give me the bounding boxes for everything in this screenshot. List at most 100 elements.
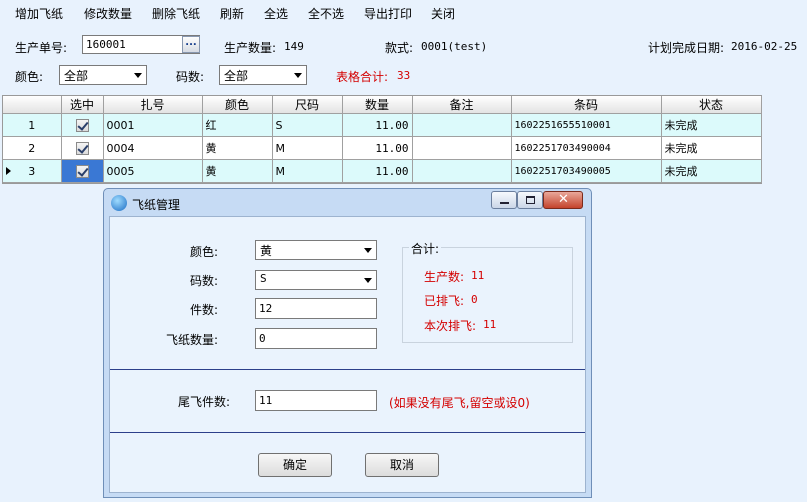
minimize-button[interactable]	[491, 191, 517, 209]
close-window-button[interactable]: ✕	[543, 191, 583, 209]
dialog-title: 飞纸管理	[132, 198, 181, 212]
select-all-button[interactable]: 全选	[264, 5, 288, 22]
row-index: 3	[28, 164, 36, 178]
col-color[interactable]: 颜色	[202, 96, 273, 114]
qty-cell[interactable]: 11.00	[342, 159, 413, 183]
tail-label: 尾飞件数:	[178, 395, 231, 409]
color-cell[interactable]: 红	[202, 113, 273, 137]
order-label: 生产单号:	[15, 41, 68, 55]
this-batch-value: 11	[483, 318, 497, 331]
col-selected[interactable]: 选中	[61, 96, 104, 114]
chevron-down-icon	[294, 73, 302, 78]
qty-value: 149	[284, 40, 304, 53]
row-checkbox-cell[interactable]	[61, 113, 104, 137]
col-size[interactable]: 尺码	[272, 96, 343, 114]
current-row-arrow-icon	[6, 167, 11, 175]
style-value: 0001(test)	[421, 40, 488, 53]
qty-label: 生产数量:	[224, 41, 277, 55]
tickets-label: 飞纸数量:	[166, 333, 219, 347]
barcode-cell[interactable]: 1602251655510001	[511, 113, 662, 137]
table-row[interactable]: 2 0004 黄 M 11.00 1602251703490004 未完成	[3, 136, 762, 160]
col-barcode[interactable]: 条码	[511, 96, 662, 114]
color-cell[interactable]: 黄	[202, 136, 273, 160]
ticket-grid: 选中 扎号 颜色 尺码 数量 备注 条码 状态 1 0001 红 S 11.00…	[2, 95, 762, 184]
row-checkbox-cell[interactable]	[61, 159, 104, 183]
refresh-button[interactable]: 刷新	[220, 5, 244, 22]
dlg-size-value: S	[260, 272, 267, 285]
close-icon: ✕	[558, 192, 569, 207]
checkbox[interactable]	[75, 164, 89, 178]
size-cell[interactable]: S	[272, 113, 343, 137]
table-row[interactable]: 1 0001 红 S 11.00 1602251655510001 未完成	[3, 113, 762, 137]
ticket-dialog: 飞纸管理 ✕ 颜色: 黄 码数: S 件数: 飞纸数量:	[103, 188, 592, 498]
color-cell[interactable]: 黄	[202, 159, 273, 183]
barcode-cell[interactable]: 1602251703490004	[511, 136, 662, 160]
row-index-current: 3	[3, 159, 62, 183]
dialog-titlebar[interactable]: 飞纸管理 ✕	[104, 189, 591, 216]
cancel-button[interactable]: 取消	[365, 453, 439, 477]
size-filter-value: 全部	[224, 69, 249, 83]
maximize-icon	[526, 196, 535, 204]
qty-cell[interactable]: 11.00	[342, 136, 413, 160]
row-index: 2	[3, 136, 62, 160]
pieces-input[interactable]	[255, 298, 377, 319]
bundle-cell[interactable]: 0004	[103, 136, 203, 160]
table-row[interactable]: 3 0005 黄 M 11.00 1602251703490005 未完成	[3, 159, 762, 183]
ok-button[interactable]: 确定	[258, 453, 332, 477]
row-index: 1	[3, 113, 62, 137]
note-cell[interactable]	[412, 113, 512, 137]
bundle-cell[interactable]: 0001	[103, 113, 203, 137]
col-rowheader	[3, 96, 62, 114]
dlg-color-value: 黄	[260, 244, 273, 258]
divider	[110, 432, 585, 433]
close-button[interactable]: 关闭	[431, 5, 455, 22]
divider	[110, 369, 585, 370]
status-cell[interactable]: 未完成	[661, 136, 762, 160]
bundle-cell[interactable]: 0005	[103, 159, 203, 183]
maximize-button[interactable]	[517, 191, 543, 209]
size-filter-label: 码数:	[176, 70, 205, 84]
size-cell[interactable]: M	[272, 159, 343, 183]
checkbox[interactable]	[75, 141, 89, 155]
size-cell[interactable]: M	[272, 136, 343, 160]
delete-ticket-button[interactable]: 删除飞纸	[152, 5, 200, 22]
color-filter-select[interactable]: 全部	[59, 65, 147, 85]
table-total-value: 33	[397, 69, 411, 82]
dlg-color-label: 颜色:	[190, 245, 219, 259]
tail-input[interactable]	[255, 390, 377, 411]
scheduled-label: 已排飞:	[424, 294, 465, 308]
row-checkbox-cell[interactable]	[61, 136, 104, 160]
checkbox[interactable]	[75, 118, 89, 132]
status-cell[interactable]: 未完成	[661, 159, 762, 183]
note-cell[interactable]	[412, 159, 512, 183]
dialog-body: 颜色: 黄 码数: S 件数: 飞纸数量: 合计: 生产数: 11 已排飞: 0…	[109, 216, 586, 493]
toolbar: 增加飞纸 修改数量 删除飞纸 刷新 全选 全不选 导出打印 关闭	[0, 0, 807, 26]
status-cell[interactable]: 未完成	[661, 113, 762, 137]
color-filter-label: 颜色:	[15, 70, 44, 84]
deselect-all-button[interactable]: 全不选	[308, 5, 344, 22]
browse-button[interactable]: ...	[182, 36, 200, 53]
chevron-down-icon	[364, 248, 372, 253]
col-note[interactable]: 备注	[412, 96, 512, 114]
produced-label: 生产数:	[424, 270, 465, 284]
export-print-button[interactable]: 导出打印	[364, 5, 412, 22]
col-qty[interactable]: 数量	[342, 96, 413, 114]
col-status[interactable]: 状态	[661, 96, 762, 114]
note-cell[interactable]	[412, 136, 512, 160]
date-value: 2016-02-25	[731, 40, 798, 53]
size-filter-select[interactable]: 全部	[219, 65, 307, 85]
app-icon	[111, 195, 127, 211]
qty-cell[interactable]: 11.00	[342, 113, 413, 137]
table-total-label: 表格合计:	[336, 70, 389, 84]
col-bundle[interactable]: 扎号	[103, 96, 203, 114]
barcode-cell[interactable]: 1602251703490005	[511, 159, 662, 183]
add-ticket-button[interactable]: 增加飞纸	[15, 5, 63, 22]
date-label: 计划完成日期:	[648, 41, 725, 55]
produced-value: 11	[471, 269, 485, 282]
dlg-size-select[interactable]: S	[255, 270, 377, 290]
this-batch-label: 本次排飞:	[424, 319, 477, 333]
dlg-color-select[interactable]: 黄	[255, 240, 377, 260]
edit-qty-button[interactable]: 修改数量	[84, 5, 132, 22]
tickets-input[interactable]	[255, 328, 377, 349]
summary-groupbox: 合计: 生产数: 11 已排飞: 0 本次排飞: 11	[402, 240, 573, 343]
